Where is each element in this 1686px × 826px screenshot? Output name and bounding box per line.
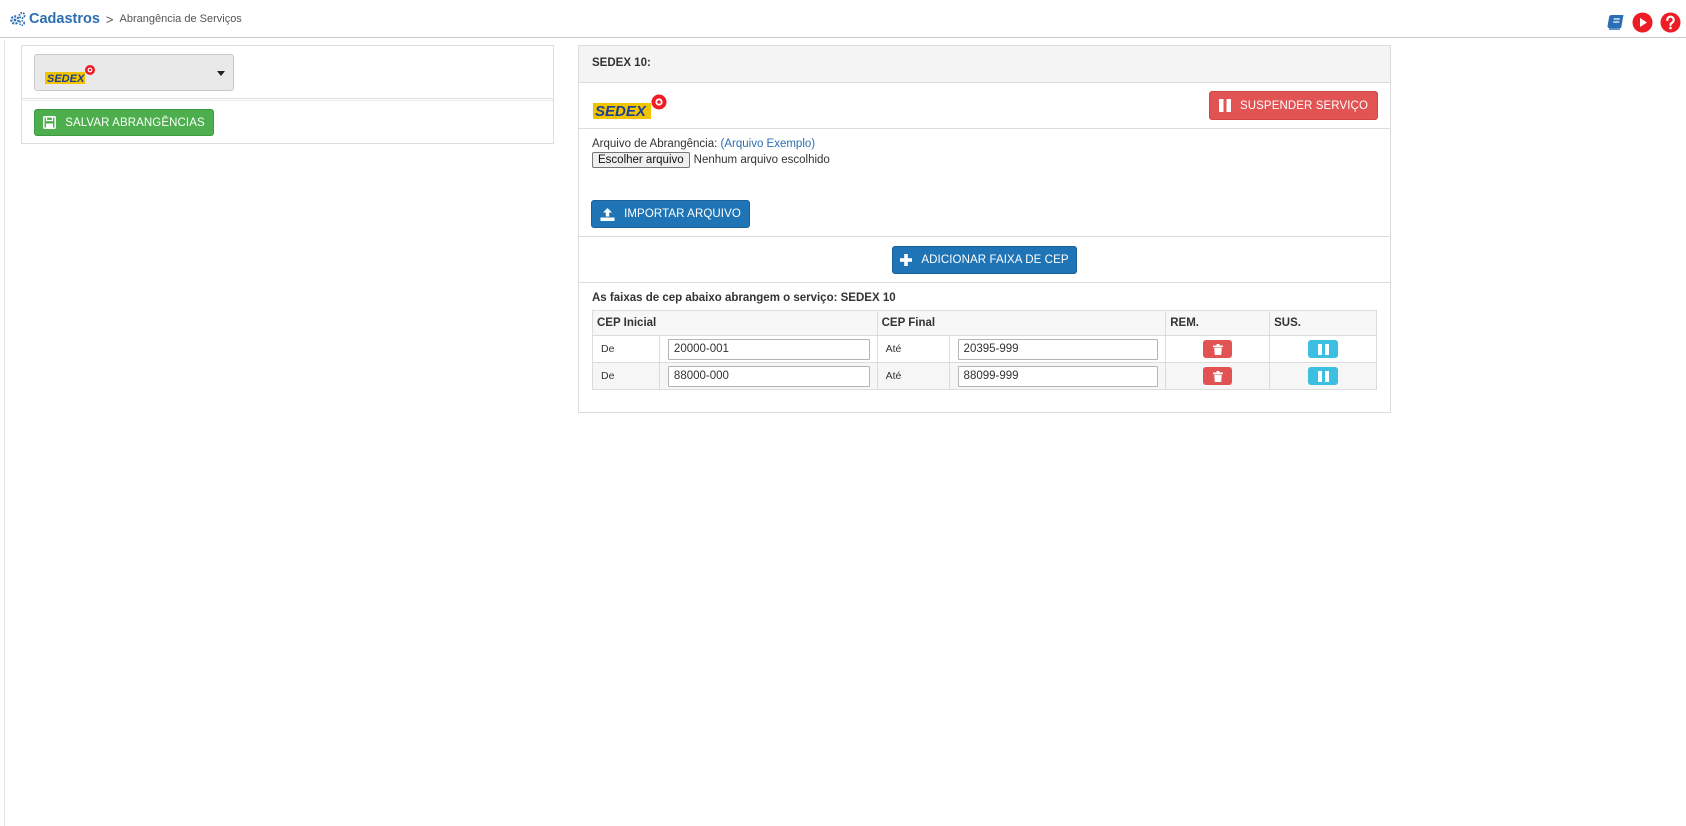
add-cep-range-button[interactable]: ADICIONAR FAIXA DE CEP — [892, 246, 1077, 274]
svg-text:SEDEX: SEDEX — [595, 103, 647, 120]
ate-label: Até — [876, 335, 950, 363]
save-coverage-label: SALVAR ABRANGÊNCIAS — [65, 116, 205, 129]
svg-text:SEDEX: SEDEX — [47, 73, 85, 85]
cep-start-input[interactable]: 20000-001 — [667, 338, 870, 360]
column-header-rem: REM. — [1165, 310, 1271, 336]
file-status-text: Nenhum arquivo escolhido — [693, 154, 830, 166]
table-header-row: CEP Inicial CEP Final REM. SUS. — [592, 310, 1377, 336]
remove-range-button[interactable] — [1203, 340, 1233, 358]
section-divider — [579, 282, 1390, 283]
pause-icon — [1317, 370, 1329, 382]
cep-end-input[interactable]: 88099-999 — [957, 365, 1159, 387]
import-file-label: IMPORTAR ARQUIVO — [624, 208, 741, 220]
column-header-cep-final: CEP Final — [876, 310, 1167, 336]
trash-icon — [1212, 343, 1223, 355]
import-file-button[interactable]: IMPORTAR ARQUIVO — [591, 200, 750, 228]
add-cep-range-label: ADICIONAR FAIXA DE CEP — [921, 254, 1069, 266]
suspend-cell — [1269, 362, 1377, 390]
cep-end-cell: 88099-999 — [948, 362, 1167, 390]
save-coverage-button[interactable]: SALVAR ABRANGÊNCIAS — [34, 109, 214, 136]
cep-start-input[interactable]: 88000-000 — [667, 365, 870, 387]
breadcrumb-separator: > — [105, 11, 114, 27]
plus-icon — [900, 254, 913, 266]
manual-book-icon[interactable] — [1604, 12, 1625, 33]
cep-end-cell: 20395-999 — [948, 335, 1167, 363]
ate-label: Até — [876, 362, 950, 390]
video-play-icon[interactable] — [1632, 12, 1653, 33]
panel-divider — [22, 98, 553, 101]
remove-cell — [1165, 362, 1271, 390]
table-row: De 20000-001 Até 20395-999 — [592, 335, 1377, 363]
ranges-title: As faixas de cep abaixo abrangem o servi… — [592, 292, 896, 304]
header-actions — [1604, 12, 1681, 33]
table-row: De 88000-000 Até 88099-999 — [592, 362, 1377, 390]
coverage-file-label: Arquivo de Abrangência: — [592, 138, 718, 150]
floppy-disk-icon — [43, 116, 57, 129]
top-bar: Cadastros > Abrangência de Serviços — [0, 0, 1686, 38]
file-input: Escolher arquivo Nenhum arquivo escolhid… — [592, 152, 830, 168]
chevron-down-icon — [217, 71, 225, 76]
page-left-border — [4, 40, 5, 826]
suspend-service-button[interactable]: SUSPENDER SERVIÇO — [1209, 91, 1378, 120]
trash-icon — [1212, 370, 1223, 382]
cogs-icon — [10, 12, 26, 27]
help-icon[interactable] — [1660, 12, 1681, 33]
cep-end-input[interactable]: 20395-999 — [957, 338, 1159, 360]
breadcrumb: Cadastros > Abrangência de Serviços — [9, 11, 242, 27]
service-detail-panel: SEDEX 10: SEDEX SUSPENDER SERVIÇO Arquiv… — [578, 45, 1391, 413]
section-divider — [579, 236, 1390, 237]
remove-range-button[interactable] — [1203, 367, 1233, 385]
pause-icon — [1317, 343, 1329, 355]
column-header-cep-inicial: CEP Inicial — [592, 310, 878, 336]
upload-icon — [600, 207, 615, 221]
remove-cell — [1165, 335, 1271, 363]
choose-file-button[interactable]: Escolher arquivo — [592, 152, 690, 168]
pause-icon — [1218, 99, 1231, 112]
sedex-logo: SEDEX — [44, 64, 96, 89]
de-label: De — [592, 335, 660, 363]
suspend-range-button[interactable] — [1308, 340, 1339, 358]
suspend-cell — [1269, 335, 1377, 363]
breadcrumb-current: Abrangência de Serviços — [119, 13, 242, 25]
cep-start-cell: 88000-000 — [658, 362, 878, 390]
suspend-service-label: SUSPENDER SERVIÇO — [1239, 99, 1369, 112]
panel-heading: SEDEX 10: — [579, 46, 1390, 83]
service-title: SEDEX 10: — [592, 57, 651, 69]
cep-start-cell: 20000-001 — [658, 335, 878, 363]
breadcrumb-root-link[interactable]: Cadastros — [29, 11, 100, 27]
service-select-dropdown[interactable]: SEDEX — [34, 54, 234, 91]
coverage-file-label-row: Arquivo de Abrangência: (Arquivo Exemplo… — [592, 138, 815, 150]
sedex-logo: SEDEX — [592, 93, 670, 124]
column-header-sus: SUS. — [1269, 310, 1377, 336]
suspend-range-button[interactable] — [1308, 367, 1339, 385]
cep-ranges-table: CEP Inicial CEP Final REM. SUS. De 20000… — [592, 310, 1377, 390]
example-file-link[interactable]: (Arquivo Exemplo) — [721, 138, 816, 150]
section-divider — [579, 128, 1390, 129]
service-selection-panel: SEDEX SALVAR ABRANGÊNCIAS — [21, 45, 554, 144]
de-label: De — [592, 362, 660, 390]
